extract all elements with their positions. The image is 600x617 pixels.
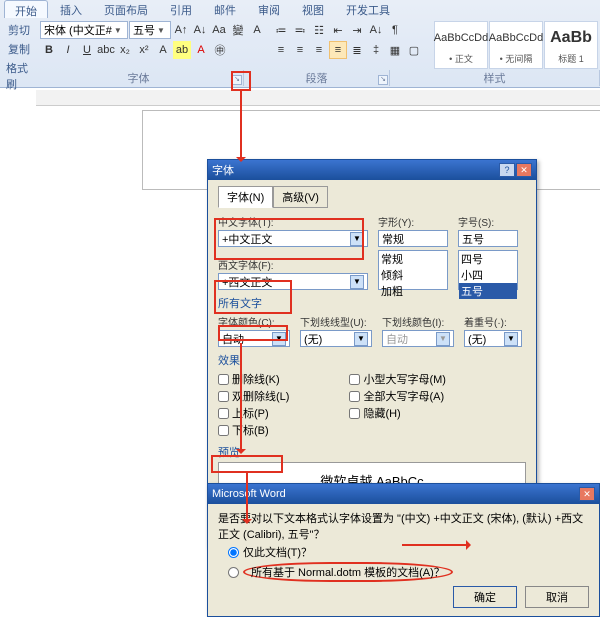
numbering-button[interactable]: ≕	[291, 21, 309, 39]
confirm-cancel-button[interactable]: 取消	[525, 586, 589, 608]
bullets-button[interactable]: ≔	[272, 21, 290, 39]
tab-home[interactable]: 开始	[4, 0, 48, 18]
enclose-button[interactable]: ㊥	[211, 41, 229, 59]
style-label: 字形(Y):	[378, 214, 448, 229]
confirm-question: 是否要对以下文本格式认字体设置为 "(中文) +中文正文 (宋体), (默认) …	[218, 510, 589, 542]
phonetic-button[interactable]: 變	[229, 21, 247, 39]
dbl-strike-check[interactable]: 双删除线(L)	[218, 388, 289, 404]
font-name-combo[interactable]: 宋体 (中文正#▼	[40, 21, 128, 39]
grow-font-button[interactable]: A↑	[172, 21, 190, 39]
italic-button[interactable]: I	[59, 41, 77, 59]
subscript-check[interactable]: 下标(B)	[218, 422, 289, 438]
ribbon-tabs: 开始 插入 页面布局 引用 邮件 审阅 视图 开发工具	[0, 0, 600, 18]
emphasis-select[interactable]: (无)▼	[464, 330, 522, 347]
size-input[interactable]: 五号	[458, 230, 518, 247]
cn-font-label: 中文字体(T):	[218, 214, 368, 229]
confirm-titlebar[interactable]: Microsoft Word ✕	[208, 484, 599, 504]
tab-insert[interactable]: 插入	[50, 0, 92, 18]
font-dialog-titlebar[interactable]: 字体 ? ✕	[208, 160, 536, 180]
this-doc-radio[interactable]: 仅此文档(T)？	[228, 544, 589, 560]
tab-view[interactable]: 视图	[292, 0, 334, 18]
justify-button[interactable]: ≡	[329, 41, 347, 59]
font-launcher[interactable]: ↘	[232, 75, 242, 85]
align-left-button[interactable]: ≡	[272, 41, 290, 59]
styles-gallery: AaBbCcDd• 正文 AaBbCcDd• 无间隔 AaBb标题 1	[434, 21, 600, 70]
borders-button[interactable]: ▢	[405, 41, 423, 59]
para-group-label: 段落↘	[244, 70, 390, 86]
size-label: 字号(S):	[458, 214, 518, 229]
confirm-title: Microsoft Word	[212, 488, 286, 500]
border-button[interactable]: A	[248, 21, 266, 39]
confirm-close-icon[interactable]: ✕	[579, 487, 595, 501]
tab-dev[interactable]: 开发工具	[336, 0, 400, 18]
underline-button[interactable]: U	[78, 41, 96, 59]
font-group-label: 字体↘	[34, 70, 244, 86]
superscript-check[interactable]: 上标(P)	[218, 405, 289, 421]
distribute-button[interactable]: ≣	[348, 41, 366, 59]
change-case-button[interactable]: Aa	[210, 21, 228, 39]
all-docs-radio[interactable]: 所有基于 Normal.dotm 模板的文档(A)？	[228, 562, 589, 582]
size-listbox[interactable]: 四号 小四 五号	[458, 250, 518, 290]
para-launcher[interactable]: ↘	[378, 75, 388, 85]
tab-references[interactable]: 引用	[160, 0, 202, 18]
multilevel-button[interactable]: ☷	[310, 21, 328, 39]
wn-font-label: 西文字体(F):	[218, 257, 368, 272]
font-group: 宋体 (中文正#▼ 五号▼ A↑ A↓ Aa 變 A B I U abc x₂ …	[40, 21, 266, 70]
indent-inc-button[interactable]: ⇥	[348, 21, 366, 39]
subscript-button[interactable]: x₂	[116, 41, 134, 59]
style-listbox[interactable]: 常规 倾斜 加粗	[378, 250, 448, 290]
effects-label: 效果	[218, 352, 526, 368]
font-dialog-title: 字体	[212, 162, 234, 178]
superscript-button[interactable]: x²	[135, 41, 153, 59]
highlight-button[interactable]: ab	[173, 41, 191, 59]
underline-select[interactable]: (无)▼	[300, 330, 372, 347]
ruler[interactable]	[36, 90, 600, 106]
line-spacing-button[interactable]: ‡	[367, 41, 385, 59]
cut-button[interactable]: 剪切	[6, 21, 32, 39]
show-marks-button[interactable]: ¶	[386, 21, 404, 39]
style-heading1[interactable]: AaBb标题 1	[544, 21, 598, 69]
sort-button[interactable]: A↓	[367, 21, 385, 39]
format-painter-button[interactable]: 格式刷	[4, 59, 34, 93]
style-normal[interactable]: AaBbCcDd• 正文	[434, 21, 488, 69]
allcaps-check[interactable]: 全部大写字母(A)	[349, 388, 446, 404]
help-icon[interactable]: ?	[499, 163, 515, 177]
paragraph-group: ≔ ≕ ☷ ⇤ ⇥ A↓ ¶ ≡ ≡ ≡ ≡ ≣ ‡ ▦ ▢	[272, 21, 423, 70]
confirm-dialog: Microsoft Word ✕ 是否要对以下文本格式认字体设置为 "(中文) …	[207, 483, 600, 617]
confirm-ok-button[interactable]: 确定	[453, 586, 517, 608]
shading-button[interactable]: ▦	[386, 41, 404, 59]
shrink-font-button[interactable]: A↓	[191, 21, 209, 39]
tab-layout[interactable]: 页面布局	[94, 0, 158, 18]
font-tab[interactable]: 字体(N)	[218, 186, 273, 208]
wn-font-select[interactable]: +西文正文▼	[218, 273, 368, 290]
advanced-tab[interactable]: 高级(V)	[273, 186, 328, 208]
indent-dec-button[interactable]: ⇤	[329, 21, 347, 39]
align-right-button[interactable]: ≡	[310, 41, 328, 59]
align-center-button[interactable]: ≡	[291, 41, 309, 59]
clipboard-group: 剪切 复制 格式刷	[4, 21, 34, 70]
smallcaps-check[interactable]: 小型大写字母(M)	[349, 371, 446, 387]
font-color-button[interactable]: A	[192, 41, 210, 59]
hidden-check[interactable]: 隐藏(H)	[349, 405, 446, 421]
style-group-label: 样式	[390, 70, 600, 86]
style-nospace[interactable]: AaBbCcDd• 无间隔	[489, 21, 543, 69]
font-color-select[interactable]: 自动▼	[218, 330, 290, 347]
strike-check[interactable]: 删除线(K)	[218, 371, 289, 387]
text-effects-button[interactable]: A	[154, 41, 172, 59]
tab-review[interactable]: 审阅	[248, 0, 290, 18]
close-icon[interactable]: ✕	[516, 163, 532, 177]
ul-color-select: 自动▼	[382, 330, 454, 347]
bold-button[interactable]: B	[40, 41, 58, 59]
copy-button[interactable]: 复制	[6, 40, 32, 58]
tab-mail[interactable]: 邮件	[204, 0, 246, 18]
font-size-combo[interactable]: 五号▼	[129, 21, 171, 39]
style-input[interactable]: 常规	[378, 230, 448, 247]
preview-label: 预览	[218, 444, 526, 460]
ribbon: 开始 插入 页面布局 引用 邮件 审阅 视图 开发工具 剪切 复制 格式刷 宋体…	[0, 0, 600, 88]
strike-button[interactable]: abc	[97, 41, 115, 59]
cn-font-select[interactable]: +中文正文▼	[218, 230, 368, 247]
